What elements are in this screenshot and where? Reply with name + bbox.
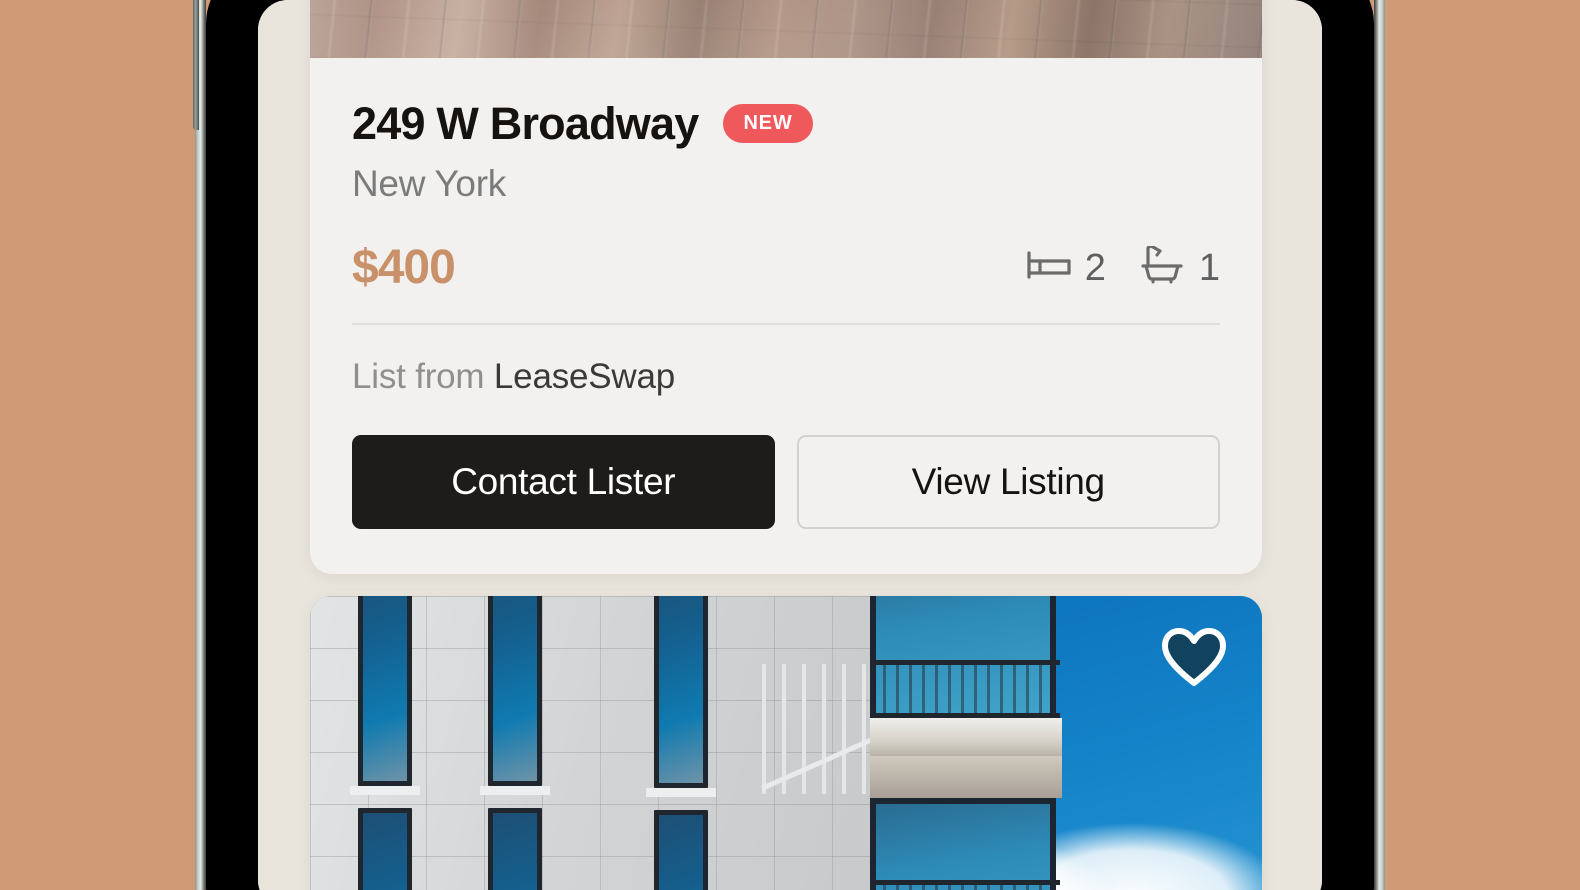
stair-railing [762,664,880,794]
listing-title-row: 249 W Broadway NEW [352,100,1220,147]
listing-feed-scroll[interactable]: 249 W Broadway NEW New York $400 2 1 Lis… [258,0,1322,890]
bathrooms-spec: 1 [1140,244,1220,289]
listing-specs: 2 1 [1026,244,1220,289]
balcony-soffit [870,756,1062,798]
bedrooms-spec: 2 [1026,249,1106,287]
window-sill [480,786,550,795]
view-listing-button[interactable]: View Listing [796,435,1220,530]
card-divider [352,323,1220,326]
window [654,596,708,788]
favorite-heart-button[interactable] [1162,628,1226,688]
contact-lister-button[interactable]: Contact Lister [352,435,775,530]
phone-screen: 249 W Broadway NEW New York $400 2 1 Lis… [258,0,1322,890]
phone-right-rail [1374,0,1385,890]
balcony-glass-lower [870,798,1056,890]
window-sill [350,786,420,795]
listing-photo-overlay [310,0,1262,58]
listing-source: List from LeaseSwap [352,357,1220,397]
listing-card-next[interactable] [310,596,1262,890]
balcony-column [870,596,1062,890]
window-column [350,596,420,890]
heart-icon [1162,628,1226,692]
window-column [480,596,550,890]
listing-price: $400 [352,241,456,295]
listing-photo-carousel[interactable] [310,0,1262,58]
phone-side-button[interactable] [193,0,199,130]
listing-photo-next[interactable] [310,596,1262,890]
window-sill [646,788,716,797]
bathrooms-value: 1 [1198,246,1220,289]
balcony-railing-upper [870,660,1060,718]
window [358,596,412,786]
phone-left-rail [195,0,206,890]
bedrooms-value: 2 [1084,246,1106,289]
listing-card-body: 249 W Broadway NEW New York $400 2 1 Lis… [310,58,1262,569]
bath-icon [1140,244,1186,289]
listing-title: 249 W Broadway [352,98,699,149]
listing-source-prefix: List from [352,357,485,397]
window [358,808,412,890]
balcony-slab-upper [870,718,1062,756]
listing-price-row: $400 2 1 [352,240,1220,295]
listing-card[interactable]: 249 W Broadway NEW New York $400 2 1 Lis… [310,0,1262,574]
listing-actions: Contact Lister View Listing [352,435,1220,530]
window-column [646,596,716,890]
window [654,810,708,890]
window [488,808,542,890]
bed-icon [1026,249,1072,286]
listing-city: New York [352,163,506,205]
building-facade [310,596,880,890]
page-backdrop: 249 W Broadway NEW New York $400 2 1 Lis… [0,0,1580,890]
phone-device-frame: 249 W Broadway NEW New York $400 2 1 Lis… [193,0,1385,890]
window [488,596,542,786]
listing-source-name: LeaseSwap [493,357,676,397]
balcony-railing-lower [870,880,1060,890]
new-badge: NEW [723,104,813,144]
